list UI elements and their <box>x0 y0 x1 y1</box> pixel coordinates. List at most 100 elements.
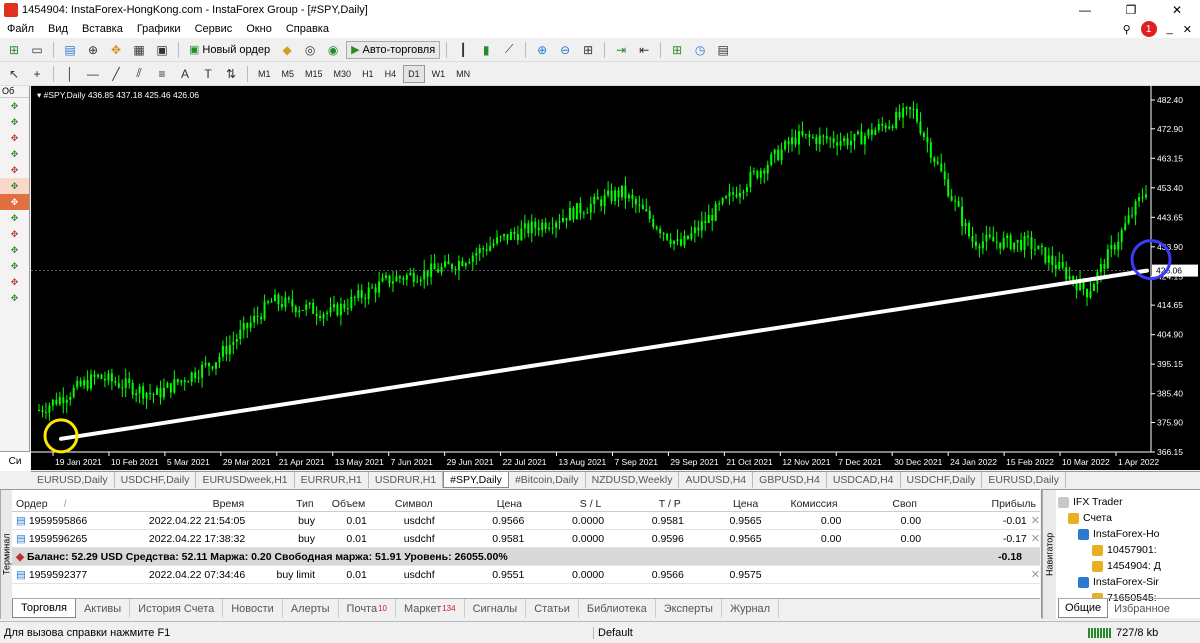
tf-m30[interactable]: M30 <box>330 65 356 83</box>
chart-tab[interactable]: EURUSDweek,H1 <box>196 472 295 488</box>
tf-m5[interactable]: M5 <box>278 65 299 83</box>
symbol-row[interactable]: ✥ <box>0 290 29 306</box>
col-commission[interactable]: Комиссия <box>762 498 841 510</box>
auto-trading-button[interactable]: ▶ Авто-торговля <box>346 40 441 59</box>
symbol-row[interactable]: ✥ <box>0 98 29 114</box>
tab-library[interactable]: Библиотека <box>579 599 656 618</box>
nav-server[interactable]: InstaForex-Ho <box>1058 526 1198 542</box>
trendline-icon[interactable]: ╱ <box>106 65 126 83</box>
chart-tab[interactable]: #Bitcoin,Daily <box>509 472 586 488</box>
tf-m15[interactable]: M15 <box>301 65 327 83</box>
chart-tab[interactable]: EURUSD,Daily <box>31 472 115 488</box>
market-watch-tab[interactable]: Си <box>0 451 30 471</box>
menu-close[interactable]: ✕ <box>1183 23 1192 36</box>
connection-status[interactable]: 727/8 kb <box>1088 627 1158 639</box>
fibonacci-icon[interactable]: ≡ <box>152 65 172 83</box>
tab-experts[interactable]: Эксперты <box>656 599 722 618</box>
tile-windows-icon[interactable]: ⊞ <box>578 41 598 59</box>
nav-account[interactable]: 10457901: <box>1058 542 1198 558</box>
data-window-icon[interactable]: ⊕ <box>83 41 103 59</box>
tab-signals[interactable]: Сигналы <box>465 599 527 618</box>
metaeditor-icon[interactable]: ◆ <box>277 41 297 59</box>
symbol-row[interactable]: ✥ <box>0 146 29 162</box>
menu-file[interactable]: Файл <box>0 23 41 35</box>
nav-account[interactable]: 1454904: Д <box>1058 558 1198 574</box>
text-icon[interactable]: A <box>175 65 195 83</box>
navigator-side-label[interactable]: Навигатор <box>1042 490 1056 619</box>
profiles-icon[interactable]: ▭ <box>27 41 47 59</box>
price-chart[interactable]: 482.40472.90463.15453.40443.65433.90424.… <box>31 86 1200 470</box>
nav-accounts[interactable]: Счета <box>1058 510 1198 526</box>
navigator-icon[interactable]: ✥ <box>106 41 126 59</box>
chart-tab[interactable]: EURUSD,Daily <box>982 472 1066 488</box>
templates-icon[interactable]: ▤ <box>713 41 733 59</box>
chart-tab[interactable]: GBPUSD,H4 <box>753 472 827 488</box>
symbol-row[interactable]: ✥ <box>0 130 29 146</box>
menu-tools[interactable]: Сервис <box>188 23 240 35</box>
tf-m1[interactable]: M1 <box>254 65 275 83</box>
symbol-row[interactable]: ✥ <box>0 258 29 274</box>
menu-view[interactable]: Вид <box>41 23 75 35</box>
minimize-button[interactable]: — <box>1062 0 1108 20</box>
symbol-row[interactable]: ✥ <box>0 226 29 242</box>
close-order-icon[interactable]: ✕ <box>1031 514 1040 527</box>
symbol-row[interactable]: ✥ <box>0 162 29 178</box>
col-type[interactable]: Тип <box>248 498 317 510</box>
menu-minimize[interactable]: _ <box>1167 23 1173 35</box>
chart-shift-icon[interactable]: ⇤ <box>634 41 654 59</box>
zoom-in-icon[interactable]: ⊕ <box>532 41 552 59</box>
col-profit[interactable]: Прибыль <box>921 498 1040 510</box>
market-watch-icon[interactable]: ▤ <box>60 41 80 59</box>
signals-icon[interactable]: ◎ <box>300 41 320 59</box>
col-tp[interactable]: T / P <box>605 498 684 510</box>
table-row[interactable]: ▤ 1959592377 2022.04.22 07:34:46 buy lim… <box>12 566 1040 584</box>
table-row[interactable]: ▤ 1959596265 2022.04.22 17:38:32 buy 0.0… <box>12 530 1040 548</box>
arrows-icon[interactable]: ⇅ <box>221 65 241 83</box>
col-volume[interactable]: Объем <box>318 498 370 510</box>
horizontal-line-icon[interactable]: — <box>83 65 103 83</box>
tf-mn[interactable]: MN <box>452 65 474 83</box>
tab-history[interactable]: История Счета <box>130 599 224 618</box>
col-sl[interactable]: S / L <box>526 498 605 510</box>
menu-charts[interactable]: Графики <box>130 23 188 35</box>
zoom-out-icon[interactable]: ⊖ <box>555 41 575 59</box>
maximize-button[interactable]: ❐ <box>1108 0 1154 20</box>
line-chart-icon[interactable]: ⟋ <box>499 41 519 59</box>
col-current-price[interactable]: Цена <box>685 498 762 510</box>
chart-tab[interactable]: USDCHF,Daily <box>901 472 983 488</box>
indicators-icon[interactable]: ⊞ <box>667 41 687 59</box>
search-icon[interactable]: ⚲ <box>1123 23 1131 36</box>
chart-tab[interactable]: USDRUR,H1 <box>369 472 444 488</box>
tab-news[interactable]: Новости <box>223 599 283 618</box>
chart-tab[interactable]: EURRUR,H1 <box>295 472 369 488</box>
col-price[interactable]: Цена <box>437 498 526 510</box>
table-row[interactable]: ▤ 1959595866 2022.04.22 21:54:05 buy 0.0… <box>12 512 1040 530</box>
new-chart-icon[interactable]: ⊞ <box>4 41 24 59</box>
symbol-row[interactable]: ✥ <box>0 178 29 194</box>
auto-scroll-icon[interactable]: ⇥ <box>611 41 631 59</box>
chart-tab[interactable]: USDCAD,H4 <box>827 472 901 488</box>
tab-assets[interactable]: Активы <box>76 599 131 618</box>
chart-canvas[interactable]: 482.40472.90463.15453.40443.65433.90424.… <box>31 86 1200 470</box>
tf-h1[interactable]: H1 <box>358 65 378 83</box>
chart-tab-active[interactable]: #SPY,Daily <box>443 472 509 488</box>
menu-insert[interactable]: Вставка <box>75 23 130 35</box>
chart-tab[interactable]: NZDUSD,Weekly <box>586 472 680 488</box>
tab-alerts[interactable]: Алерты <box>283 599 339 618</box>
tab-common[interactable]: Общие <box>1058 599 1109 618</box>
col-sort[interactable]: / <box>60 498 100 510</box>
notification-badge[interactable]: 1 <box>1140 21 1157 37</box>
vps-icon[interactable]: ◉ <box>323 41 343 59</box>
candle-chart-icon[interactable]: ▮ <box>476 41 496 59</box>
col-time[interactable]: Время <box>99 498 248 510</box>
tab-trade[interactable]: Торговля <box>12 599 76 618</box>
menu-help[interactable]: Справка <box>279 23 336 35</box>
tf-h4[interactable]: H4 <box>381 65 401 83</box>
close-order-icon[interactable]: ✕ <box>1031 568 1040 581</box>
tab-mail[interactable]: Почта 10 <box>339 599 396 618</box>
nav-root[interactable]: IFX Trader <box>1058 494 1198 510</box>
chart-tab[interactable]: USDCHF,Daily <box>115 472 197 488</box>
symbol-row[interactable]: ✥ <box>0 274 29 290</box>
close-order-icon[interactable]: ✕ <box>1031 532 1040 545</box>
tf-w1[interactable]: W1 <box>428 65 450 83</box>
